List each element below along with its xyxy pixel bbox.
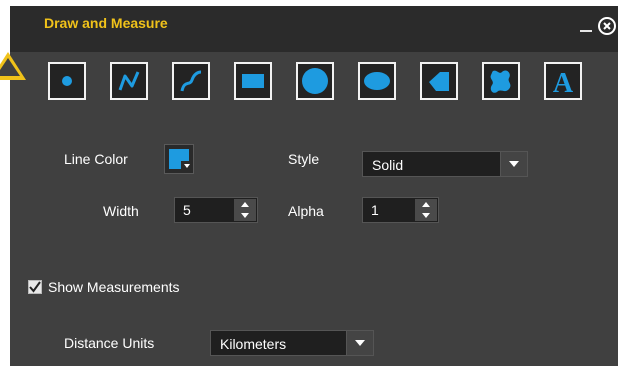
circle-icon [302,68,328,94]
rectangle-icon [242,74,264,88]
checkmark-icon [29,281,41,293]
alpha-input[interactable] [363,198,411,222]
dropdown-arrow-icon [181,161,193,171]
warning-icon [0,52,26,80]
decrement-icon[interactable] [415,210,437,221]
polyline-tool[interactable] [110,62,148,100]
polygon-icon [429,72,449,91]
close-icon[interactable] [598,17,616,35]
chevron-down-icon[interactable] [346,331,373,355]
chevron-down-icon[interactable] [500,152,527,176]
freehand-polygon-tool[interactable] [482,62,520,100]
alpha-stepper [362,197,439,223]
increment-icon[interactable] [415,199,437,210]
polygon-tool[interactable] [420,62,458,100]
style-select-value: Solid [372,157,404,173]
title-bar[interactable]: Draw and Measure [10,6,618,52]
ellipse-tool[interactable] [358,62,396,100]
polyline-icon [118,71,140,91]
show-measurements-checkbox[interactable] [28,280,42,294]
freehand-line-icon [180,70,202,92]
decrement-icon[interactable] [234,210,256,221]
width-input[interactable] [175,198,223,222]
text-icon: A [553,68,574,96]
point-icon [62,76,72,86]
distance-units-value: Kilometers [220,336,287,352]
draw-measure-panel: Draw and Measure [10,6,618,366]
svg-text:A: A [553,68,574,96]
window-title: Draw and Measure [44,15,168,31]
line-color-label: Line Color [64,151,128,167]
increment-icon[interactable] [234,199,256,210]
text-tool[interactable]: A [544,62,582,100]
style-select[interactable]: Solid [362,151,528,177]
style-label: Style [288,151,320,167]
minimize-button[interactable] [580,30,592,32]
line-color-picker[interactable] [164,144,194,174]
show-measurements-label[interactable]: Show Measurements [48,279,180,295]
rectangle-tool[interactable] [234,62,272,100]
ellipse-icon [364,72,390,90]
width-label: Width [103,203,139,219]
point-tool[interactable] [48,62,86,100]
distance-units-select[interactable]: Kilometers [210,330,374,356]
distance-units-label: Distance Units [64,335,155,351]
alpha-label: Alpha [288,203,324,219]
circle-tool[interactable] [296,62,334,100]
freehand-polygon-icon [490,70,511,93]
freehand-tool[interactable] [172,62,210,100]
width-stepper [174,197,258,223]
